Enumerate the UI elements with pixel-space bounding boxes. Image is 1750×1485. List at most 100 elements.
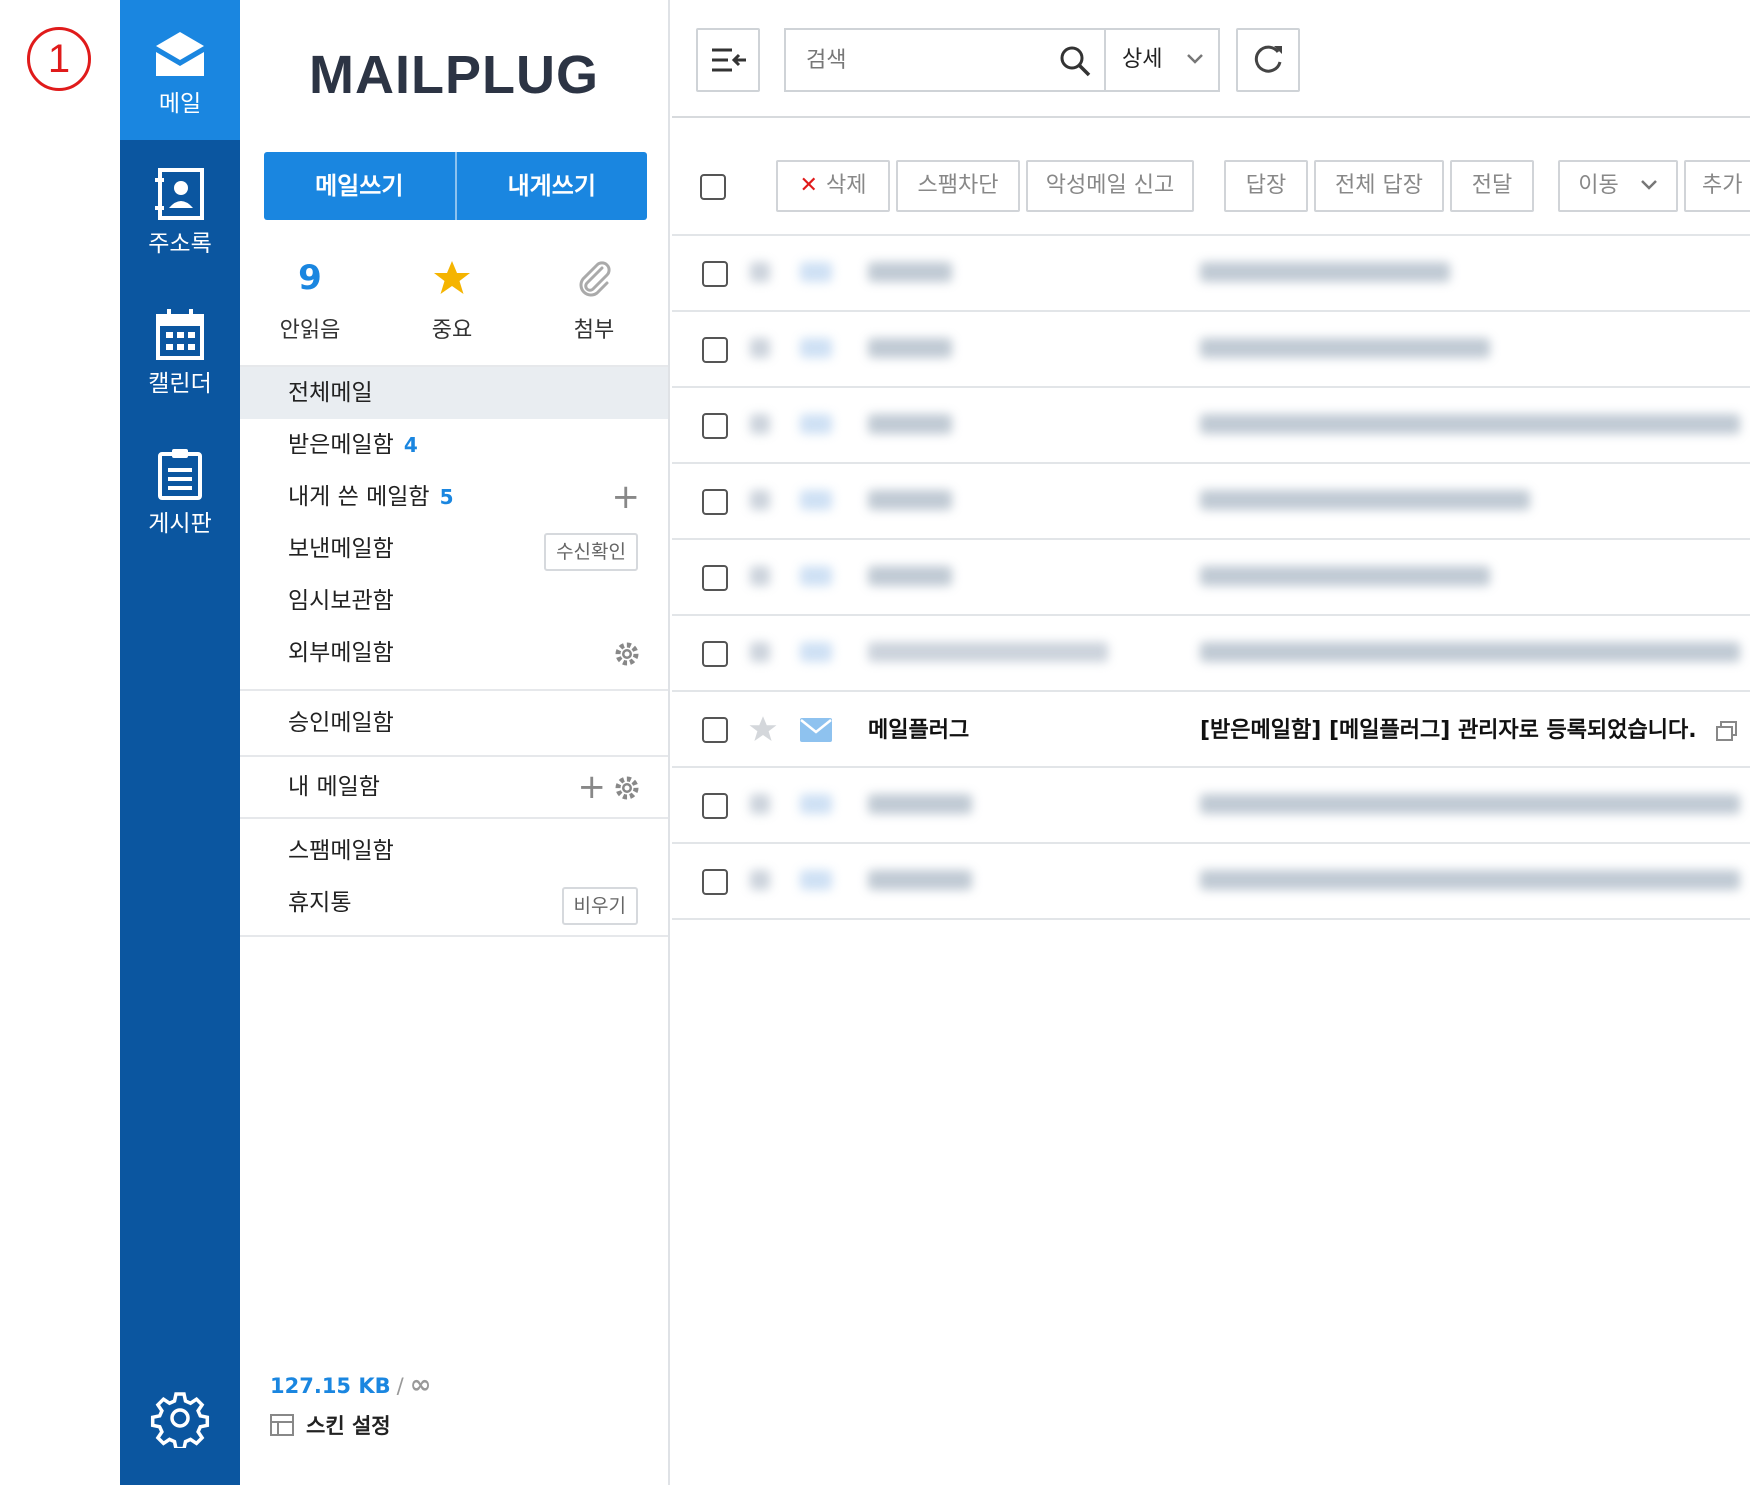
forward-button[interactable]: 전달 (1450, 160, 1534, 212)
row-checkbox[interactable] (702, 641, 728, 667)
blurred-sender (868, 414, 952, 434)
blurred-sender (868, 338, 952, 358)
rail-label-mail: 메일 (158, 91, 202, 117)
folder-sent[interactable]: 보낸메일함 수신확인 (240, 523, 668, 575)
select-all-checkbox[interactable] (700, 174, 726, 200)
star-icon[interactable] (750, 566, 770, 586)
gear-icon[interactable] (614, 641, 640, 667)
calendar-icon (156, 309, 204, 360)
folder-inbox[interactable]: 받은메일함 4 (240, 419, 668, 471)
delete-button[interactable]: ✕ 삭제 (776, 160, 890, 212)
important-filter[interactable]: 중요 (382, 250, 522, 344)
message-row[interactable]: 메일플러그 [받은메일함] [메일플러그] 관리자로 등록되었습니다. (672, 692, 1750, 768)
folder-my-mailbox[interactable]: 내 메일함 + (240, 761, 668, 813)
message-subject-text: [받은메일함] [메일플러그] 관리자로 등록되었습니다. (1200, 718, 1697, 743)
unread-filter[interactable]: 9 안읽음 (240, 250, 380, 344)
move-dropdown[interactable]: 이동 (1558, 160, 1678, 212)
refresh-button[interactable] (1236, 28, 1300, 92)
blurred-sender (868, 870, 972, 890)
unread-label: 안읽음 (279, 318, 341, 343)
open-new-window-icon[interactable] (1716, 721, 1738, 741)
gear-icon[interactable] (150, 1388, 210, 1448)
empty-trash-button[interactable]: 비우기 (561, 887, 638, 925)
star-icon[interactable] (750, 490, 770, 510)
rail-item-calendar[interactable]: 캘린더 (120, 280, 240, 420)
star-icon (434, 261, 470, 294)
folder-drafts[interactable]: 임시보관함 (240, 575, 668, 627)
folder-list: 전체메일 받은메일함 4 내게 쓴 메일함 5 + 보낸메일함 수신확인 임시보관함 외… (240, 365, 668, 937)
write-to-me-button[interactable]: 내게쓰기 (454, 152, 648, 220)
chevron-down-icon (1640, 180, 1657, 190)
star-icon[interactable] (750, 642, 770, 662)
layout-icon (270, 1414, 294, 1436)
blurred-subject (1200, 794, 1740, 814)
rail-item-mail[interactable]: 메일 (120, 0, 240, 140)
folder-to-me[interactable]: 내게 쓴 메일함 5 + (240, 471, 668, 523)
folder-all-mail[interactable]: 전체메일 (240, 367, 668, 419)
star-icon[interactable] (750, 338, 770, 358)
skin-settings-link[interactable]: 스킨 설정 (270, 1410, 391, 1440)
row-checkbox[interactable] (702, 337, 728, 363)
envelope-icon (800, 718, 832, 742)
action-bar: ✕ 삭제 스팸차단 악성메일 신고 답장 전체 답장 전달 이동 추가 (672, 118, 1750, 236)
message-row[interactable] (672, 616, 1750, 692)
message-row[interactable] (672, 388, 1750, 464)
folder-trash[interactable]: 휴지통 비우기 (240, 877, 668, 929)
write-mail-button[interactable]: 메일쓰기 (264, 152, 455, 220)
star-icon[interactable] (750, 794, 770, 814)
star-icon[interactable] (748, 714, 778, 744)
rail-item-address-book[interactable]: 주소록 (120, 140, 240, 280)
move-label: 이동 (1578, 173, 1619, 198)
row-checkbox[interactable] (702, 413, 728, 439)
toggle-panel-button[interactable] (696, 28, 760, 92)
message-row[interactable] (672, 768, 1750, 844)
search-input[interactable] (804, 44, 1044, 76)
folder-count: 5 (439, 485, 454, 509)
blurred-sender (868, 642, 1108, 662)
blurred-subject (1200, 338, 1490, 358)
row-checkbox[interactable] (702, 565, 728, 591)
read-receipt-button[interactable]: 수신확인 (544, 533, 638, 571)
gear-icon[interactable] (614, 775, 640, 801)
message-subject[interactable]: [받은메일함] [메일플러그] 관리자로 등록되었습니다. (1200, 712, 1738, 744)
envelope-icon (800, 794, 832, 814)
star-icon[interactable] (750, 414, 770, 434)
report-malicious-button[interactable]: 악성메일 신고 (1026, 160, 1194, 212)
add-folder-icon[interactable]: + (612, 471, 641, 523)
message-row[interactable] (672, 464, 1750, 540)
mail-main: 상세 ✕ 삭제 스팸차단 악성메일 신고 답장 전체 답장 전달 이동 추가 (672, 0, 1750, 1485)
reply-all-button[interactable]: 전체 답장 (1314, 160, 1444, 212)
row-checkbox[interactable] (702, 717, 728, 743)
envelope-icon (800, 490, 832, 510)
reply-button[interactable]: 답장 (1224, 160, 1308, 212)
spam-block-button[interactable]: 스팸차단 (896, 160, 1020, 212)
folder-external[interactable]: 외부메일함 (240, 627, 668, 679)
more-button[interactable]: 추가 (1684, 160, 1750, 212)
message-row[interactable] (672, 236, 1750, 312)
row-checkbox[interactable] (702, 869, 728, 895)
rail-item-board[interactable]: 게시판 (120, 420, 240, 560)
detail-search-dropdown[interactable]: 상세 (1106, 28, 1220, 92)
message-row[interactable] (672, 540, 1750, 616)
blurred-sender (868, 794, 972, 814)
search-icon[interactable] (1058, 44, 1092, 78)
folder-approval[interactable]: 승인메일함 (240, 697, 668, 749)
blurred-subject (1200, 490, 1530, 510)
row-checkbox[interactable] (702, 489, 728, 515)
delete-label: 삭제 (825, 173, 867, 198)
folder-spam[interactable]: 스팸메일함 (240, 825, 668, 877)
message-row[interactable] (672, 844, 1750, 920)
blurred-subject (1200, 870, 1740, 890)
star-icon[interactable] (750, 262, 770, 282)
add-mailbox-icon[interactable]: + (578, 761, 607, 813)
blurred-subject (1200, 262, 1450, 282)
quota-separator: / (396, 1374, 404, 1398)
step-number-marker: 1 (27, 27, 91, 91)
row-checkbox[interactable] (702, 261, 728, 287)
star-icon[interactable] (750, 870, 770, 890)
row-checkbox[interactable] (702, 793, 728, 819)
app-rail: 메일 주소록 캘린더 게시판 (120, 0, 240, 1485)
attachment-filter[interactable]: 첨부 (524, 250, 664, 344)
storage-quota: 127.15 KB / ∞ (270, 1370, 431, 1400)
message-row[interactable] (672, 312, 1750, 388)
